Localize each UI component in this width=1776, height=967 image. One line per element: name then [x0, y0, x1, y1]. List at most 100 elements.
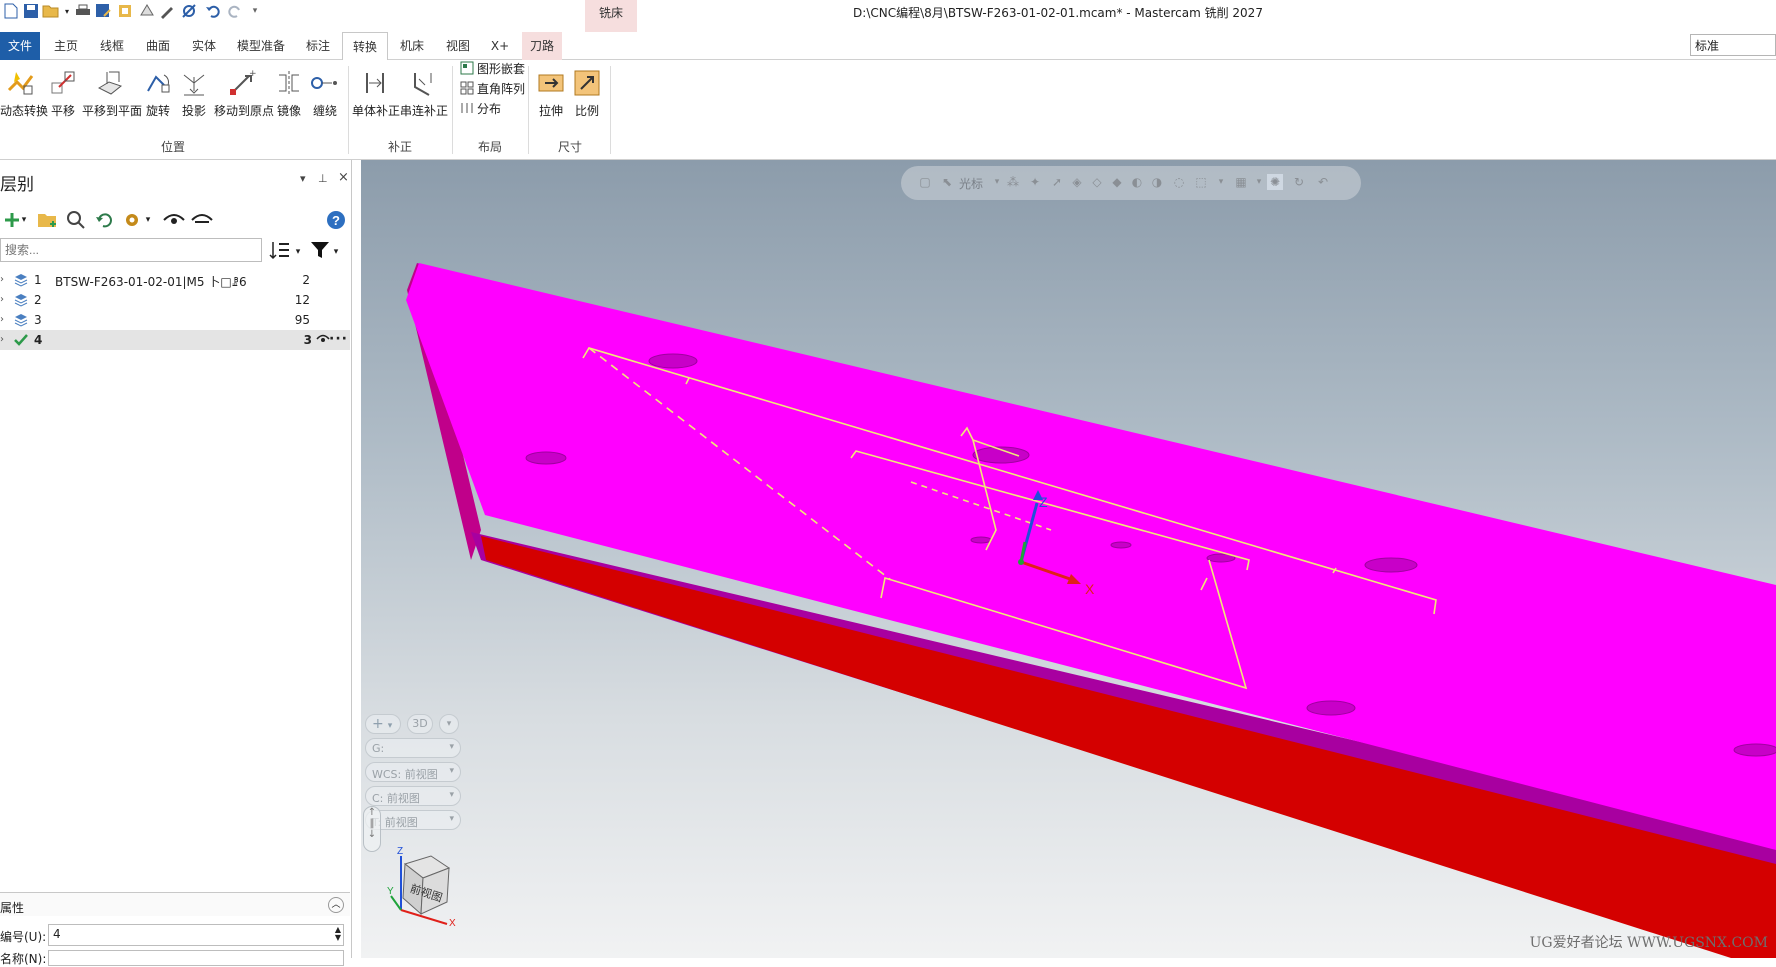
panel-menu-icon[interactable]: ▾ — [300, 172, 306, 185]
dynamic-transform-button[interactable]: 动态转换 — [0, 64, 48, 128]
sort-icon[interactable] — [268, 238, 292, 262]
loop-select-icon[interactable]: ◑ — [1149, 174, 1165, 190]
xyz-icon[interactable]: ⁂ — [1005, 174, 1021, 190]
eye-icon[interactable] — [316, 333, 330, 347]
chevron-down-icon[interactable]: ▾ — [989, 174, 1005, 190]
viewport-3d-button[interactable]: 3D — [407, 714, 433, 734]
select-icon[interactable]: ➚ — [1049, 174, 1065, 190]
chain-offset-button[interactable]: 串连补正 — [400, 64, 448, 128]
tab-solids[interactable]: 实体 — [182, 32, 226, 60]
verify-icon[interactable]: ✺ — [1267, 174, 1283, 190]
rotate-button[interactable]: 旋转 — [142, 64, 174, 128]
chevron-down-icon[interactable]: ▾ — [330, 240, 342, 264]
distribute-button[interactable]: 分布 — [460, 98, 501, 118]
reset-icon[interactable]: ↶ — [1315, 174, 1331, 190]
stretch-icon — [538, 74, 564, 92]
zoom-scroll-control[interactable]: ↑ ‖ ↓ — [363, 806, 381, 852]
view-cube[interactable]: Z X Y 前视图 — [387, 836, 459, 926]
chevron-down-icon[interactable]: ▾ — [292, 240, 304, 264]
tab-file[interactable]: 文件 — [0, 32, 40, 60]
translate-to-plane-button[interactable]: 平移到平面 — [82, 64, 142, 128]
layout-group-label: 布局 — [477, 140, 502, 154]
layer-row[interactable]: › 1 BTSW-F263-01-02-01|M5 卜□ꗗ6 2 — [0, 270, 350, 290]
mirror-label: 镜像 — [276, 104, 301, 118]
viewport-add-button[interactable]: + ▾ — [365, 714, 401, 734]
filter-icon[interactable] — [308, 238, 332, 262]
single-offset-button[interactable]: 单体补正 — [352, 64, 400, 128]
wcs-select[interactable]: WCS: 前视图 ▾ — [365, 762, 461, 782]
rectangular-array-button[interactable]: 直角阵列 — [460, 78, 525, 98]
chevron-down-icon[interactable]: ▾ — [1251, 174, 1267, 190]
snap-icon[interactable]: ✦ — [1027, 174, 1043, 190]
project-button[interactable]: 投影 — [178, 64, 210, 128]
layer-number-input[interactable]: 4 — [48, 924, 344, 946]
move-to-origin-icon: + — [230, 69, 257, 95]
layer-row[interactable]: › 2 12 — [0, 290, 350, 310]
nesting-button[interactable]: 图形嵌套 — [460, 58, 525, 78]
window-select-icon[interactable]: ⬚ — [1193, 174, 1209, 190]
tab-wireframe[interactable]: 线框 — [90, 32, 134, 60]
expand-icon[interactable]: › — [0, 334, 4, 345]
stretch-button[interactable]: 拉伸 — [536, 64, 566, 128]
tab-view[interactable]: 视图 — [436, 32, 480, 60]
eye-closed-icon[interactable] — [190, 208, 214, 232]
eye-icon[interactable] — [162, 208, 186, 232]
move-to-origin-button[interactable]: + 移动到原点 — [214, 64, 274, 128]
layer-row-active[interactable]: › 4 3 ··· — [0, 330, 350, 350]
cplane-select[interactable]: C: 前视图 ▾ — [365, 786, 461, 806]
layer-name-input[interactable] — [48, 950, 344, 966]
chevron-down-icon: ▾ — [449, 790, 454, 800]
layer-search-input[interactable] — [0, 238, 262, 262]
vertex-select-icon[interactable]: ◌ — [1171, 174, 1187, 190]
graphics-viewport[interactable]: Z X ▢ ⬉ 光标 ▾ ⁂ ✦ ➚ ◈ ◇ ◆ ◐ ◑ ◌ ⬚ ▾ ▦ ▾ ✺… — [361, 160, 1776, 958]
expand-icon[interactable]: › — [0, 274, 4, 285]
body-select-icon[interactable]: ◐ — [1129, 174, 1145, 190]
cursor-icon[interactable]: ⬉ — [939, 174, 955, 190]
chevron-down-icon: ▾ — [387, 721, 393, 731]
tab-transform[interactable]: 转换 — [342, 32, 388, 61]
undo-layer-icon[interactable] — [92, 208, 116, 232]
search-icon[interactable] — [64, 208, 88, 232]
layer-number: 2 — [34, 293, 42, 307]
chevron-down-icon[interactable]: ▾ — [18, 208, 30, 232]
solid-select-icon[interactable]: ◈ — [1069, 174, 1085, 190]
more-options-icon[interactable]: ··· — [329, 331, 348, 347]
chevron-down-icon[interactable]: ▾ — [439, 714, 459, 734]
3d-scene[interactable]: Z X — [361, 160, 1776, 958]
tab-model-prep[interactable]: 模型准备 — [228, 32, 294, 60]
tab-toolpaths[interactable]: 刀路 — [522, 32, 562, 60]
refresh-icon[interactable]: ↻ — [1291, 174, 1307, 190]
wrap-button[interactable]: 缠绕 — [308, 64, 342, 128]
cursor-mode-label[interactable]: 光标 — [959, 175, 983, 192]
layer-row[interactable]: › 3 95 — [0, 310, 350, 330]
translate-button[interactable]: 平移 — [48, 64, 78, 128]
mirror-button[interactable]: 镜像 — [274, 64, 304, 128]
tab-machine[interactable]: 机床 — [390, 32, 434, 60]
grid-select-icon[interactable]: ▦ — [1233, 174, 1249, 190]
number-spinner-icon[interactable]: ▲ ▼ — [335, 926, 341, 942]
close-icon[interactable]: × — [338, 170, 349, 185]
chevron-down-icon[interactable]: ▾ — [1213, 174, 1229, 190]
scale-button[interactable]: 比例 — [572, 64, 602, 128]
face-select-icon[interactable]: ◇ — [1089, 174, 1105, 190]
tab-home[interactable]: 主页 — [44, 32, 88, 60]
lock-icon[interactable]: ▢ — [917, 174, 933, 190]
pin-icon[interactable]: ⊥ — [318, 172, 328, 185]
distribute-icon — [461, 103, 473, 113]
expand-icon[interactable]: › — [0, 314, 4, 325]
cube-z-label: Z — [397, 846, 403, 857]
help-icon[interactable]: ? — [324, 208, 348, 232]
expand-icon[interactable]: › — [0, 294, 4, 305]
tab-x-plus[interactable]: X+ — [482, 32, 518, 60]
tab-surfaces[interactable]: 曲面 — [136, 32, 180, 60]
gear-icon[interactable] — [120, 208, 144, 232]
tab-annotate[interactable]: 标注 — [296, 32, 340, 60]
chevron-down-icon[interactable]: ▾ — [142, 208, 154, 232]
collapse-icon[interactable]: ︿ — [328, 897, 344, 913]
style-select[interactable]: 标准 — [1690, 34, 1776, 56]
edge-select-icon[interactable]: ◆ — [1109, 174, 1125, 190]
gview-select[interactable]: G: ▾ — [365, 738, 461, 758]
ribbon-body: 动态转换 平移 平移到平面 旋转 投影 + 移动到原点 镜像 缠绕 位置 单体补… — [0, 60, 1776, 160]
new-folder-icon[interactable] — [36, 208, 60, 232]
properties-header: 属性 ︿ — [0, 892, 350, 916]
